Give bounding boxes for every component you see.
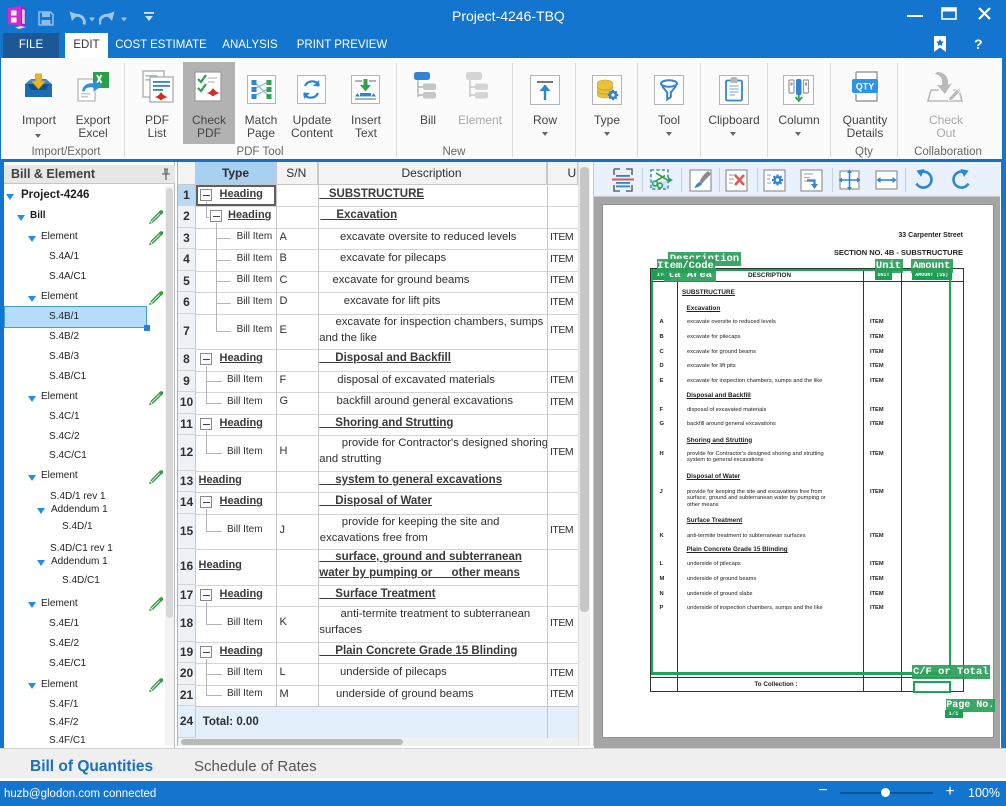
svg-text:QTY: QTY	[856, 82, 875, 92]
